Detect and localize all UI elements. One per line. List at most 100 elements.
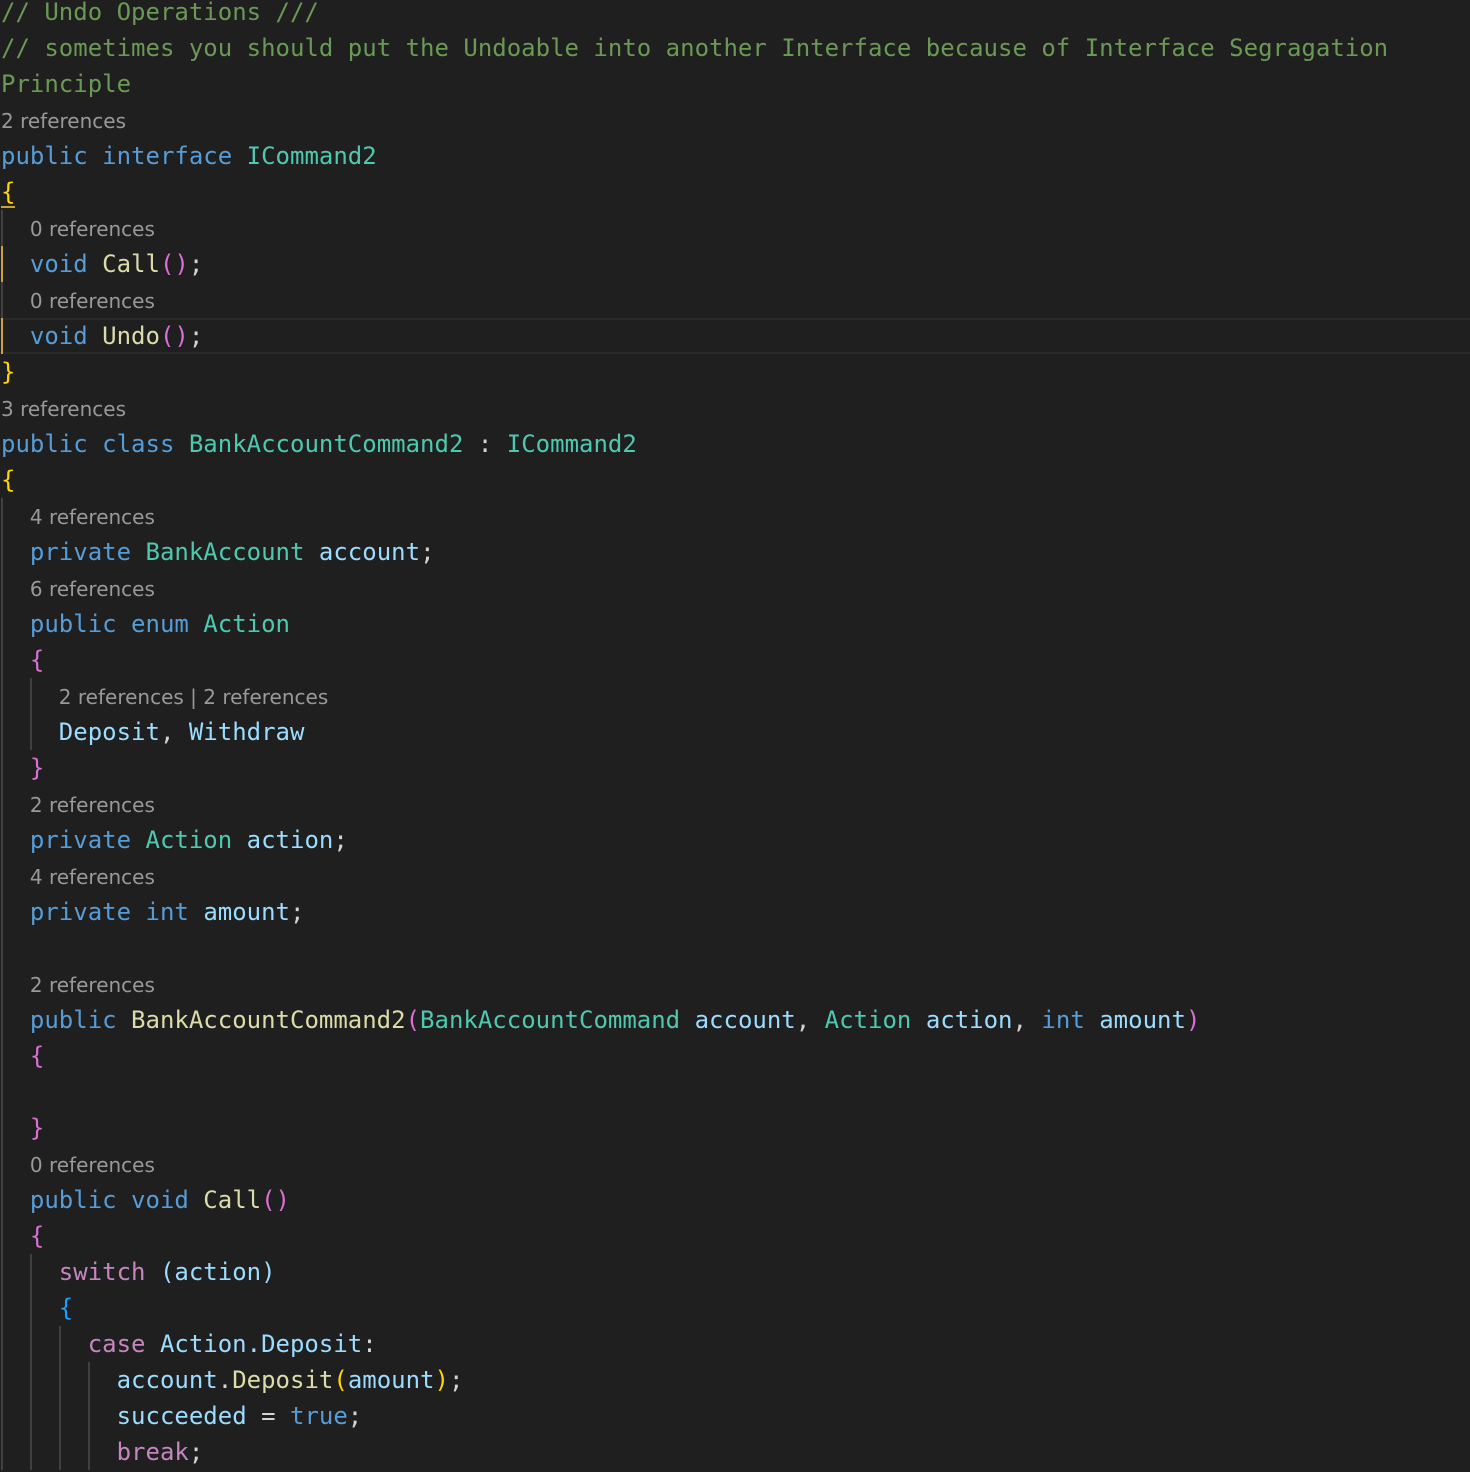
code-token: { [29, 646, 45, 674]
indent-guide [1, 1110, 3, 1146]
code-line: { [0, 174, 1470, 210]
code-line: private Action action; [0, 822, 1470, 858]
codelens-text[interactable]: 2 references [30, 973, 155, 997]
codelens-text[interactable]: 0 references [30, 1153, 155, 1177]
codelens-references[interactable]: 2 references | 2 references [0, 678, 1470, 714]
indent-guide [87, 1398, 90, 1434]
codelens-references[interactable]: 0 references [0, 282, 1470, 318]
codelens-text[interactable]: 2 references [1, 109, 126, 133]
code-token: ; [188, 322, 204, 350]
line-content: 0 references [30, 282, 155, 320]
code-token: // sometimes you should put the Undoable… [1, 34, 1389, 62]
indent-guide [1, 606, 3, 642]
indent-guide [1, 1038, 3, 1074]
code-token: BankAccount [145, 538, 305, 566]
code-line: account.Deposit(amount); [0, 1362, 1470, 1398]
codelens-text[interactable]: 2 references [30, 793, 155, 817]
code-token: // Undo Operations /// [1, 0, 319, 26]
codelens-text[interactable]: 0 references [30, 289, 155, 313]
line-content: { [30, 1218, 44, 1254]
code-line: switch (action) [0, 1254, 1470, 1290]
indent-guide [29, 1254, 32, 1290]
code-token: enum [131, 610, 189, 638]
indent-guide [1, 894, 3, 930]
code-token: class [102, 430, 175, 458]
line-content: succeeded = true; [117, 1398, 363, 1434]
code-line: private BankAccount account; [0, 534, 1470, 570]
code-token: ICommand2 [506, 430, 637, 458]
line-content: public enum Action [30, 606, 290, 642]
line-content: 6 references [30, 570, 155, 608]
code-token: () [159, 322, 189, 350]
code-token: switch [58, 1258, 146, 1286]
codelens-text[interactable]: 3 references [1, 397, 126, 421]
line-content: // sometimes you should put the Undoable… [1, 30, 1388, 66]
line-content: { [30, 1038, 44, 1074]
line-content: 2 references [1, 102, 126, 140]
code-line: public void Call() [0, 1182, 1470, 1218]
code-token: void [29, 322, 88, 350]
code-token: ) [1185, 1006, 1201, 1034]
code-token: (action) [159, 1258, 276, 1286]
code-token: private [29, 898, 132, 926]
code-line: succeeded = true; [0, 1398, 1470, 1434]
codelens-references[interactable]: 2 references [0, 786, 1470, 822]
codelens-text[interactable]: 4 references [30, 865, 155, 889]
line-content: break; [117, 1434, 204, 1470]
code-token: int [1041, 1006, 1085, 1034]
code-line: } [0, 1110, 1470, 1146]
code-token: , [795, 1006, 825, 1034]
codelens-text[interactable]: 2 references | 2 references [59, 685, 328, 709]
code-editor[interactable]: // Undo Operations /// // sometimes you s… [0, 0, 1470, 1470]
code-token: Call [203, 1186, 262, 1214]
code-token: BankAccountCommand [420, 1006, 681, 1034]
indent-guide [1, 498, 3, 534]
code-token: , [1012, 1006, 1042, 1034]
code-token: public [1, 430, 88, 458]
code-token: action [246, 826, 334, 854]
indent-guide [58, 1362, 61, 1398]
line-content: Deposit, Withdraw [59, 714, 305, 750]
codelens-references[interactable]: 4 references [0, 858, 1470, 894]
code-token: Undo [102, 322, 160, 350]
codelens-references[interactable]: 3 references [0, 390, 1470, 426]
indent-guide [1, 1434, 3, 1470]
codelens-references[interactable]: 6 references [0, 570, 1470, 606]
indent-guide [1, 678, 3, 714]
codelens-references[interactable]: 2 references [0, 966, 1470, 1002]
codelens-references[interactable]: 0 references [0, 210, 1470, 246]
indent-guide [29, 678, 32, 714]
code-token: ; [188, 1438, 204, 1466]
code-token: account [116, 1366, 218, 1394]
line-content: { [30, 642, 44, 678]
codelens-references[interactable]: 2 references [0, 102, 1470, 138]
code-token: ( [405, 1006, 421, 1034]
codelens-text[interactable]: 6 references [30, 577, 155, 601]
codelens-text[interactable]: 4 references [30, 505, 155, 529]
code-token: succeeded [116, 1402, 247, 1430]
code-token: public [1, 142, 88, 170]
code-line: Principle [0, 66, 1470, 102]
line-content: 3 references [1, 390, 126, 428]
code-token: BankAccountCommand2 [131, 1006, 406, 1034]
line-content: { [59, 1290, 73, 1326]
indent-guide [1, 318, 3, 354]
indent-guide [1, 210, 3, 246]
indent-guide [1, 1290, 3, 1326]
code-token: void [131, 1186, 189, 1214]
code-token: action [925, 1006, 1013, 1034]
line-content: { [1, 462, 15, 498]
code-token: public [29, 1186, 117, 1214]
code-token: ; [290, 898, 305, 926]
codelens-references[interactable]: 0 references [0, 1146, 1470, 1182]
codelens-text[interactable]: 0 references [30, 217, 155, 241]
codelens-references[interactable]: 4 references [0, 498, 1470, 534]
indent-guide [1, 642, 3, 678]
